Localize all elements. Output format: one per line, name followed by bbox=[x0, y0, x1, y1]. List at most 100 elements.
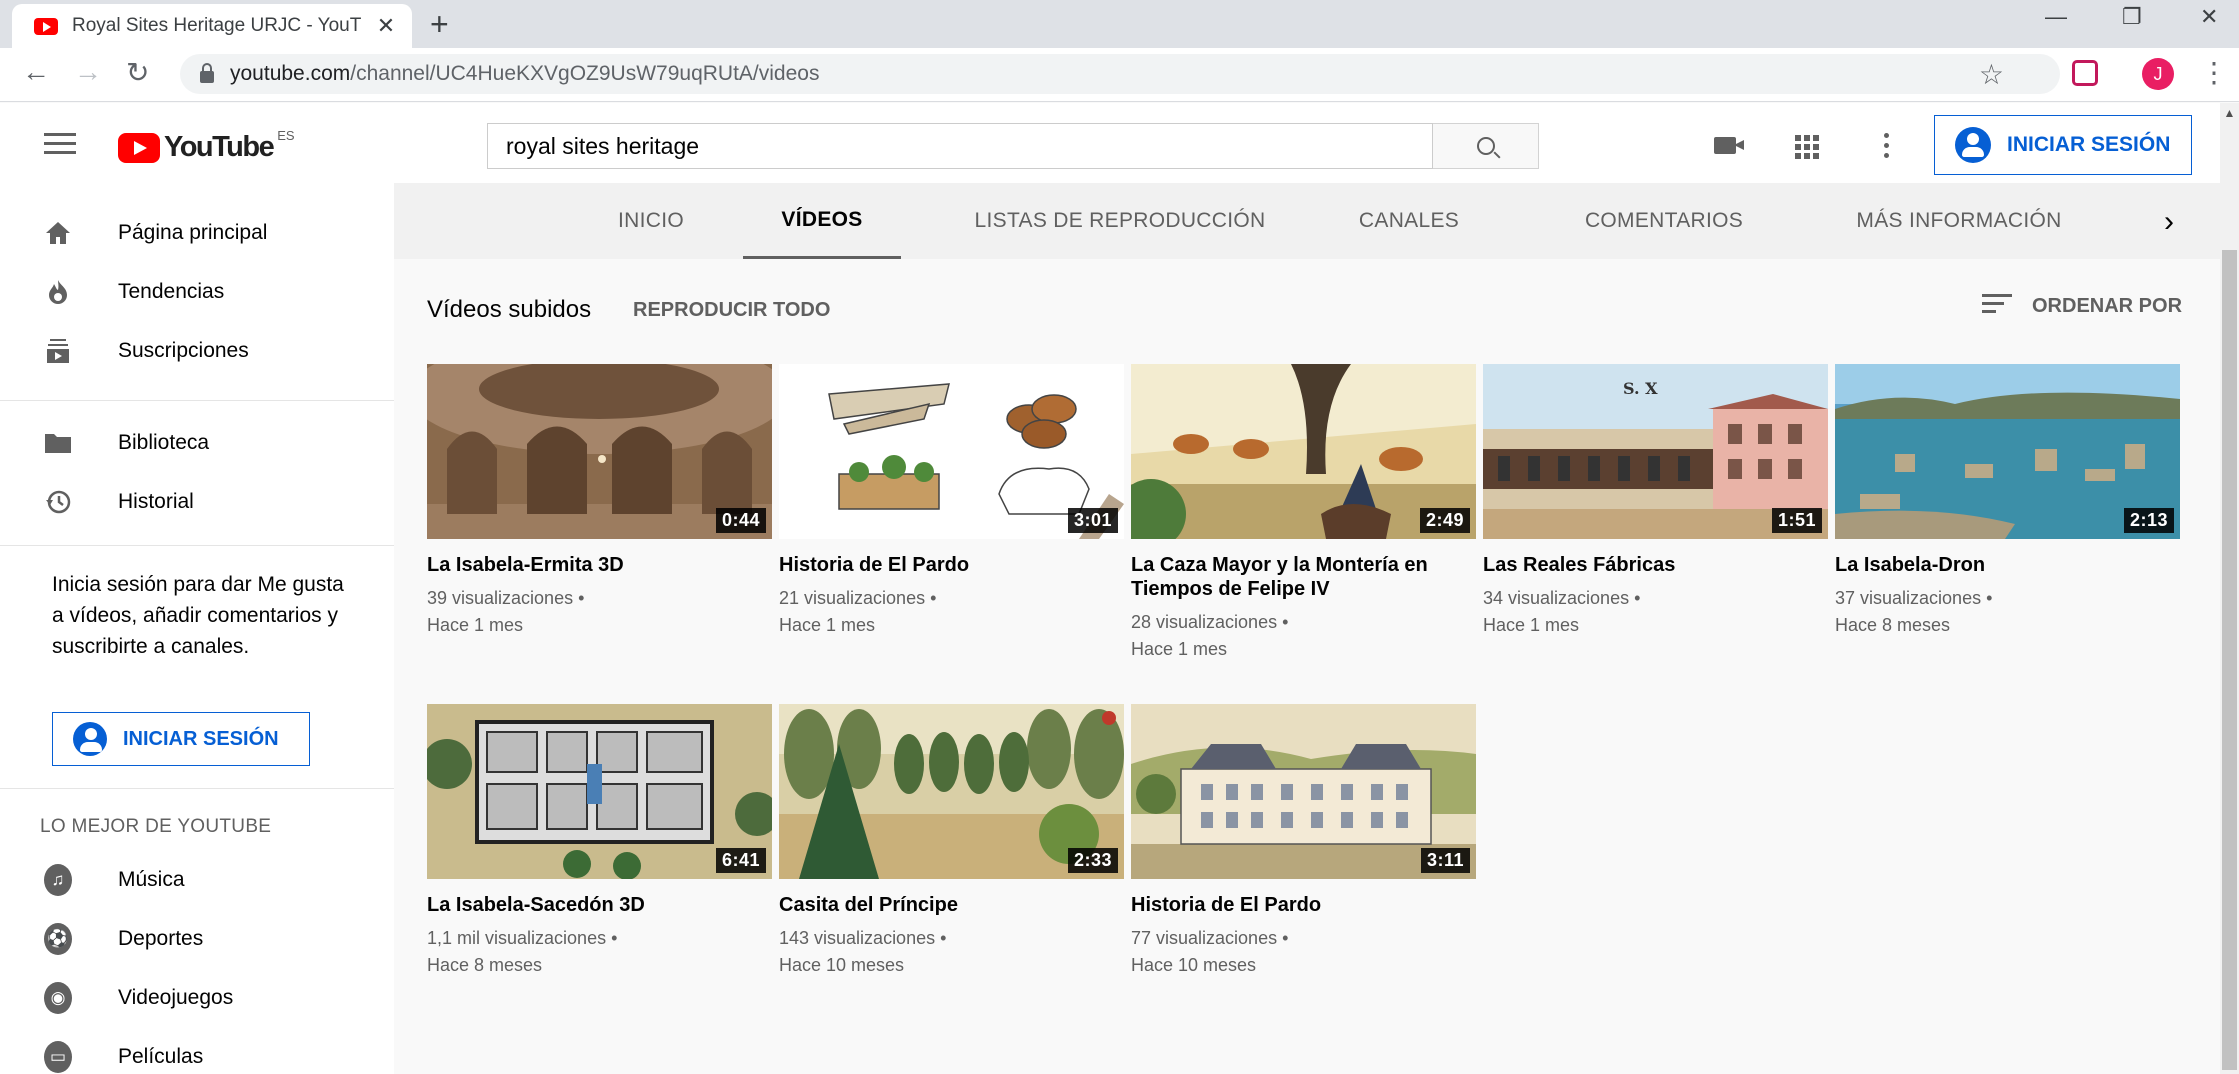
video-meta: 28 visualizaciones • Hace 1 mes bbox=[1131, 612, 1289, 659]
video-title[interactable]: Historia de El Pardo bbox=[1131, 893, 1476, 917]
video-card[interactable]: 2:33 Casita del Príncipe 143 visualizaci… bbox=[779, 704, 1124, 979]
duration-badge: 2:49 bbox=[1419, 508, 1470, 533]
video-thumbnail[interactable]: S. X 1:51 bbox=[1483, 364, 1828, 539]
sidebar-item-trending[interactable]: Tendencias bbox=[0, 264, 394, 320]
video-meta: 39 visualizaciones • Hace 1 mes bbox=[427, 588, 585, 635]
sidebar-signin-button[interactable]: INICIAR SESIÓN bbox=[52, 712, 310, 766]
settings-kebab-icon[interactable] bbox=[1884, 133, 1890, 163]
video-meta: 34 visualizaciones • Hace 1 mes bbox=[1483, 588, 1641, 635]
tab-videos[interactable]: VÍDEOS bbox=[743, 183, 901, 259]
video-thumbnail[interactable]: 2:13 bbox=[1835, 364, 2180, 539]
sidebar-item-subscriptions[interactable]: Suscripciones bbox=[0, 323, 394, 379]
search-icon bbox=[1476, 137, 1495, 155]
sidebar-item-label: Música bbox=[118, 868, 185, 891]
search-button[interactable] bbox=[1433, 123, 1539, 169]
video-card[interactable]: S. X 1:51 Las Reales Fábricas 34 visuali… bbox=[1483, 364, 1828, 639]
video-title[interactable]: Las Reales Fábricas bbox=[1483, 553, 1828, 577]
minimize-button[interactable]: — bbox=[2045, 4, 2067, 30]
thumbnail-caption: S. X bbox=[1623, 379, 1658, 398]
sort-button[interactable]: ORDENAR POR bbox=[1982, 294, 2182, 318]
hamburger-menu-icon[interactable] bbox=[44, 133, 76, 160]
video-thumbnail[interactable]: 3:01 bbox=[779, 364, 1124, 539]
sidebar-item-history[interactable]: Historial bbox=[0, 474, 394, 530]
youtube-logo[interactable]: YouTube ES bbox=[118, 128, 295, 164]
sidebar-item-label: Tendencias bbox=[118, 280, 225, 303]
signin-label: INICIAR SESIÓN bbox=[2007, 133, 2171, 156]
create-video-icon[interactable] bbox=[1714, 137, 1744, 154]
browser-menu-icon[interactable]: ⋮ bbox=[2200, 56, 2228, 89]
region-code: ES bbox=[277, 128, 295, 143]
channel-tab-bar: INICIO VÍDEOS LISTAS DE REPRODUCCIÓN CAN… bbox=[394, 183, 2220, 259]
video-thumbnail[interactable]: 6:41 bbox=[427, 704, 772, 879]
history-icon bbox=[44, 488, 72, 516]
tab-channels[interactable]: CANALES bbox=[1344, 183, 1474, 259]
video-title[interactable]: La Caza Mayor y la Montería en Tiempos d… bbox=[1131, 553, 1476, 601]
sidebar-item-home[interactable]: Página principal bbox=[0, 205, 394, 261]
sidebar-item-music[interactable]: ♫ Música bbox=[0, 852, 394, 908]
sidebar-item-label: Biblioteca bbox=[118, 431, 210, 454]
tab-about[interactable]: MÁS INFORMACIÓN bbox=[1834, 183, 2084, 259]
best-of-youtube-heading: LO MEJOR DE YOUTUBE bbox=[40, 816, 272, 837]
uploads-heading: Vídeos subidos bbox=[427, 296, 592, 323]
video-card[interactable]: 2:13 La Isabela-Dron 37 visualizaciones … bbox=[1835, 364, 2180, 639]
new-tab-button[interactable]: + bbox=[430, 6, 449, 43]
tab-inicio[interactable]: INICIO bbox=[589, 183, 713, 259]
video-title[interactable]: Historia de El Pardo bbox=[779, 553, 1124, 577]
video-thumbnail[interactable]: 3:11 bbox=[1131, 704, 1476, 879]
sort-icon bbox=[1982, 294, 2012, 318]
video-title[interactable]: La Isabela-Dron bbox=[1835, 553, 2180, 577]
address-bar[interactable]: youtube.com/channel/UC4HueKXVgOZ9UsW79uq… bbox=[180, 54, 2060, 94]
video-title[interactable]: Casita del Príncipe bbox=[779, 893, 1124, 917]
extension-icon[interactable] bbox=[2072, 60, 2098, 86]
sort-label: ORDENAR POR bbox=[2032, 294, 2183, 317]
tab-playlists[interactable]: LISTAS DE REPRODUCCIÓN bbox=[960, 183, 1280, 259]
video-meta: 1,1 mil visualizaciones • Hace 8 meses bbox=[427, 928, 618, 975]
bookmark-star-icon[interactable]: ☆ bbox=[1979, 58, 2004, 91]
tab-comments[interactable]: COMENTARIOS bbox=[1564, 183, 1764, 259]
video-card[interactable]: 2:49 La Caza Mayor y la Montería en Tiem… bbox=[1131, 364, 1476, 663]
sidebar-divider bbox=[0, 788, 394, 789]
video-thumbnail[interactable]: 0:44 bbox=[427, 364, 772, 539]
duration-badge: 0:44 bbox=[715, 508, 766, 533]
search-input[interactable]: royal sites heritage bbox=[487, 123, 1433, 169]
video-thumbnail[interactable]: 2:49 bbox=[1131, 364, 1476, 539]
library-icon bbox=[44, 429, 72, 457]
video-title[interactable]: La Isabela-Sacedón 3D bbox=[427, 893, 772, 917]
forward-arrow-icon[interactable]: → bbox=[74, 56, 102, 88]
back-arrow-icon[interactable]: ← bbox=[22, 56, 50, 88]
restore-button[interactable]: ❐ bbox=[2122, 4, 2142, 30]
chevron-right-icon[interactable]: › bbox=[2164, 205, 2174, 239]
video-card[interactable]: 0:44 La Isabela-Ermita 3D 39 visualizaci… bbox=[427, 364, 772, 639]
sidebar-item-label: Página principal bbox=[118, 221, 268, 244]
sidebar: Página principal Tendencias Suscripcione… bbox=[0, 183, 394, 1074]
video-card[interactable]: 3:01 Historia de El Pardo 21 visualizaci… bbox=[779, 364, 1124, 639]
signin-button[interactable]: INICIAR SESIÓN bbox=[1934, 115, 2192, 175]
video-title[interactable]: La Isabela-Ermita 3D bbox=[427, 553, 772, 577]
video-meta: 77 visualizaciones • Hace 10 meses bbox=[1131, 928, 1289, 975]
scroll-up-arrow-icon[interactable]: ▲ bbox=[2222, 106, 2237, 120]
apps-grid-icon[interactable] bbox=[1795, 135, 1819, 159]
scrollbar-thumb[interactable] bbox=[2222, 250, 2237, 1070]
logo-wordmark: YouTube bbox=[164, 131, 275, 163]
tab-close-icon[interactable]: ✕ bbox=[374, 13, 398, 39]
youtube-play-icon bbox=[118, 132, 160, 163]
profile-avatar[interactable]: J bbox=[2142, 58, 2174, 90]
play-all-button[interactable]: REPRODUCIR TODO bbox=[633, 299, 830, 322]
sidebar-item-movies[interactable]: ▭ Películas bbox=[0, 1029, 394, 1074]
video-meta: 143 visualizaciones • Hace 10 meses bbox=[779, 928, 947, 975]
sidebar-item-library[interactable]: Biblioteca bbox=[0, 415, 394, 471]
browser-tab[interactable]: Royal Sites Heritage URJC - YouT ✕ bbox=[12, 4, 412, 48]
sidebar-item-sports[interactable]: ⚽ Deportes bbox=[0, 911, 394, 967]
account-icon bbox=[1955, 127, 1991, 163]
reload-icon[interactable]: ↻ bbox=[126, 56, 149, 89]
sidebar-item-label: Deportes bbox=[118, 927, 204, 950]
signin-label: INICIAR SESIÓN bbox=[123, 727, 279, 750]
video-card[interactable]: 3:11 Historia de El Pardo 77 visualizaci… bbox=[1131, 704, 1476, 979]
duration-badge: 6:41 bbox=[715, 848, 766, 873]
video-card[interactable]: 6:41 La Isabela-Sacedón 3D 1,1 mil visua… bbox=[427, 704, 772, 979]
sidebar-item-label: Videojuegos bbox=[118, 986, 234, 1009]
sidebar-item-gaming[interactable]: ◉ Videojuegos bbox=[0, 970, 394, 1026]
window-close-button[interactable]: ✕ bbox=[2200, 4, 2218, 30]
gaming-icon: ◉ bbox=[44, 982, 72, 1014]
video-thumbnail[interactable]: 2:33 bbox=[779, 704, 1124, 879]
